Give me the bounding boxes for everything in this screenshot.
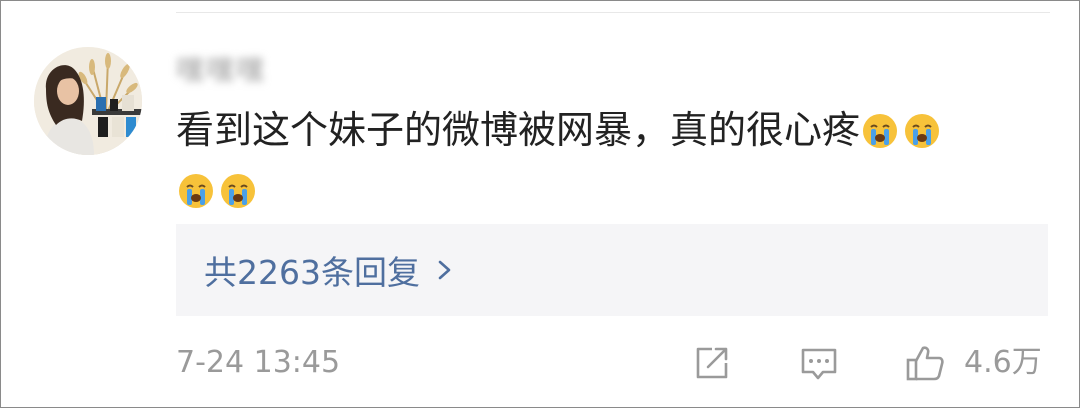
- divider: [176, 12, 1050, 13]
- thumbs-up-icon[interactable]: [904, 342, 946, 384]
- comment-icon[interactable]: [798, 342, 840, 384]
- crying-face-icon: [863, 113, 898, 148]
- crying-face-icon: [179, 173, 213, 208]
- avatar[interactable]: [34, 47, 142, 155]
- like-count: 4.6万: [964, 345, 1042, 380]
- comment-body: 看到这个妹子的微博被网暴，真的很心疼: [176, 100, 1036, 220]
- username[interactable]: 嘿嘿嘿: [176, 52, 266, 87]
- crying-face-icon: [221, 173, 255, 208]
- replies-count-label: 共2263条回复: [204, 253, 420, 292]
- chevron-right-icon: [438, 260, 451, 280]
- avatar-photo: [34, 47, 142, 155]
- comment-text: 看到这个妹子的微博被网暴，真的很心疼: [176, 108, 861, 152]
- timestamp: 7-24 13:45: [176, 345, 341, 380]
- view-replies-button[interactable]: 共2263条回复: [176, 224, 1048, 316]
- share-icon[interactable]: [690, 342, 732, 384]
- crying-face-icon: [905, 113, 940, 148]
